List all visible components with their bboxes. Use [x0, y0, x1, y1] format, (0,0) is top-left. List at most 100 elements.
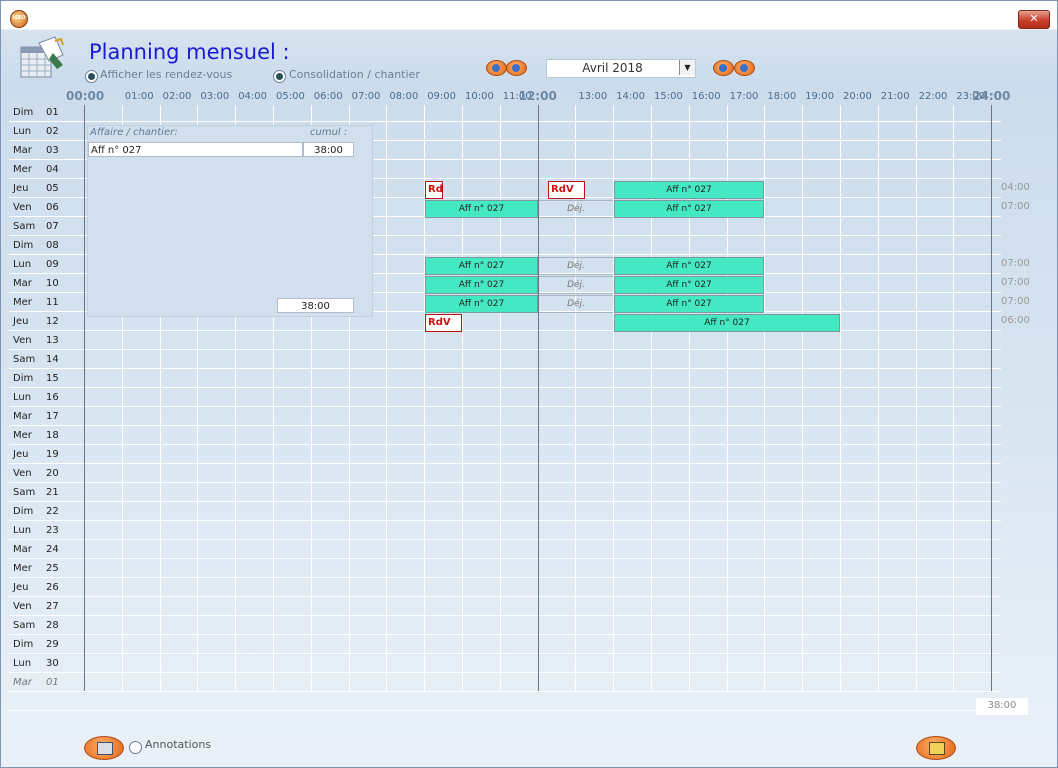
cumul-field[interactable]: 38:00: [303, 142, 354, 157]
day-number: 17: [46, 411, 59, 422]
day-number: 05: [46, 183, 59, 194]
job-block[interactable]: Aff n° 027: [614, 276, 764, 294]
job-block[interactable]: Aff n° 027: [614, 181, 764, 199]
day-name: Lun: [13, 126, 32, 137]
hour-label: 17:00: [729, 91, 759, 102]
day-name: Mer: [13, 164, 32, 175]
show-appointments-radio[interactable]: [85, 70, 98, 83]
close-icon: ✕: [1029, 12, 1039, 25]
day-number: 08: [46, 240, 59, 251]
day-number: 01: [46, 677, 59, 688]
consolidation-panel: Affaire / chantier: cumul : Aff n° 027 3…: [87, 125, 373, 317]
prev-month-button[interactable]: [506, 60, 527, 76]
hour-gridline: [953, 105, 954, 691]
double-right-arrow-icon: [738, 63, 750, 73]
day-number: 02: [46, 126, 59, 137]
consolidation-radio[interactable]: [273, 70, 286, 83]
affaire-field[interactable]: Aff n° 027: [88, 142, 303, 157]
day-name: Ven: [13, 202, 32, 213]
row-separator: [9, 596, 1001, 597]
exit-button[interactable]: [916, 736, 956, 760]
hour-label: 21:00: [880, 91, 910, 102]
affaire-column-header: Affaire / chantier:: [90, 127, 178, 138]
hour-label: 06:00: [313, 91, 343, 102]
day-name: Mer: [13, 430, 32, 441]
annotations-radio[interactable]: [129, 741, 142, 754]
day-name: Sam: [13, 487, 36, 498]
day-name: Mar: [13, 278, 32, 289]
job-block[interactable]: Aff n° 027: [614, 295, 764, 313]
row-separator: [9, 121, 1001, 122]
hour-label: 16:00: [691, 91, 721, 102]
day-name: Mer: [13, 297, 32, 308]
day-number: 15: [46, 373, 59, 384]
hour-label: 03:00: [200, 91, 230, 102]
day-number: 18: [46, 430, 59, 441]
row-separator: [9, 368, 1001, 369]
hour-label: 15:00: [654, 91, 683, 102]
row-separator: [9, 539, 1001, 540]
row-separator: [9, 482, 1001, 483]
prev-year-button[interactable]: [486, 60, 507, 76]
row-separator: [9, 463, 1001, 464]
right-arrow-icon: [717, 63, 729, 73]
hour-label: 18:00: [767, 91, 797, 102]
day-name: Mar: [13, 677, 32, 688]
day-name: Jeu: [13, 582, 29, 593]
hour-label: 01:00: [124, 91, 154, 102]
day-number: 07: [46, 221, 59, 232]
next-year-button[interactable]: [734, 60, 755, 76]
day-name: Sam: [13, 620, 36, 631]
app-logo-icon: ISEO: [10, 10, 28, 28]
day-number: 03: [46, 145, 59, 156]
job-block[interactable]: Aff n° 027: [614, 200, 764, 218]
appointment-block[interactable]: RdV: [425, 181, 443, 199]
hour-gridline: [878, 105, 879, 691]
appointment-block[interactable]: RdV: [425, 314, 462, 332]
hour-label: 08:00: [389, 91, 419, 102]
row-separator: [9, 349, 1001, 350]
hour-label: 09:00: [427, 91, 457, 102]
main-window: ISEO ✕ Planning mensuel : Afficher les r…: [0, 0, 1058, 768]
day-number: 27: [46, 601, 59, 612]
job-block[interactable]: Aff n° 027: [425, 295, 538, 313]
job-block[interactable]: Aff n° 027: [425, 257, 538, 275]
job-block[interactable]: Aff n° 027: [614, 257, 764, 275]
appointment-block[interactable]: RdV: [548, 181, 585, 199]
exit-door-icon: [929, 742, 945, 755]
day-number: 22: [46, 506, 59, 517]
month-select[interactable]: Avril 2018 ▼: [546, 59, 696, 78]
lunch-break-block[interactable]: Déj.: [539, 295, 613, 313]
day-number: 21: [46, 487, 59, 498]
lunch-break-block[interactable]: Déj.: [539, 200, 613, 218]
row-separator: [9, 710, 1001, 711]
hour-gridline: [840, 105, 841, 691]
lunch-break-block[interactable]: Déj.: [539, 276, 613, 294]
day-name: Lun: [13, 259, 32, 270]
hour-label: 10:00: [465, 91, 494, 102]
cumul-column-header: cumul :: [310, 127, 348, 138]
day-name: Sam: [13, 221, 36, 232]
day-number: 26: [46, 582, 59, 593]
job-block[interactable]: Aff n° 027: [425, 276, 538, 294]
day-number: 16: [46, 392, 59, 403]
hour-label: 12:00: [518, 89, 557, 103]
print-button[interactable]: [84, 736, 124, 760]
job-block[interactable]: Aff n° 027: [425, 200, 538, 218]
job-block[interactable]: Aff n° 027: [614, 314, 840, 332]
row-separator: [9, 520, 1001, 521]
chevron-down-icon[interactable]: ▼: [679, 60, 695, 75]
left-arrow-icon: [510, 63, 522, 73]
day-total: 06:00: [1001, 315, 1030, 326]
hour-label: 24:00: [972, 89, 1011, 103]
day-number: 01: [46, 107, 59, 118]
row-separator: [9, 387, 1001, 388]
lunch-break-block[interactable]: Déj.: [539, 257, 613, 275]
day-total: 07:00: [1001, 296, 1030, 307]
day-number: 29: [46, 639, 59, 650]
next-month-button[interactable]: [713, 60, 734, 76]
calendar-icon: [20, 36, 64, 78]
day-number: 09: [46, 259, 59, 270]
day-name: Mar: [13, 145, 32, 156]
close-button[interactable]: ✕: [1018, 10, 1050, 29]
